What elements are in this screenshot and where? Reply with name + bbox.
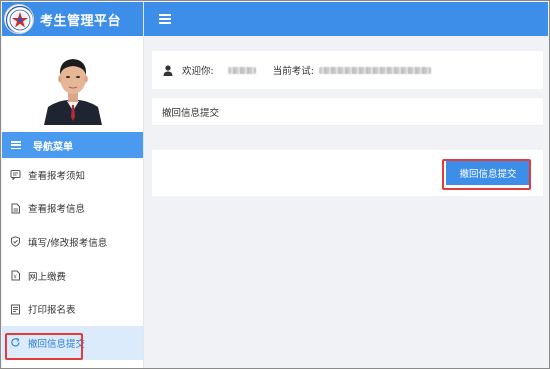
menu-list-icon (11, 141, 21, 149)
section-title-text: 撤回信息提交 (162, 107, 220, 119)
sidebar-item-label: 查看报考须知 (28, 170, 86, 182)
sidebar-item-edit-info[interactable]: 填写/修改报考信息 (2, 225, 143, 259)
section-title: 撤回信息提交 (152, 98, 543, 126)
sidebar-item-print[interactable]: 打印报名表 (2, 292, 143, 326)
brand-bar: 考生管理平台 (2, 2, 143, 36)
nav-header-label: 导航菜单 (33, 141, 73, 153)
sidebar-item-label: 打印报名表 (28, 305, 76, 317)
sidebar-item-label: 网上缴费 (28, 271, 67, 283)
exam-label: 当前考试: (272, 66, 314, 77)
svg-text:¥: ¥ (13, 275, 17, 281)
highlight-box (442, 159, 531, 190)
user-icon (163, 64, 173, 76)
app-window: 考生管理平台 导航菜单 查看报考须知 查看报考信息 填写/修改报考信息 ¥ 网上… (0, 0, 550, 369)
top-bar (144, 2, 548, 36)
welcome-label: 欢迎你: (182, 66, 214, 77)
sidebar-item-payment[interactable]: ¥ 网上缴费 (2, 259, 143, 293)
welcome-card: 欢迎你: 当前考试: (152, 51, 543, 89)
sidebar-item-label: 填写/修改报考信息 (28, 237, 108, 249)
avatar (39, 45, 106, 125)
print-form-icon (10, 304, 21, 315)
payment-icon: ¥ (10, 270, 21, 281)
sidebar-item-label: 查看报考信息 (28, 204, 86, 216)
redacted-exam-name (318, 66, 431, 74)
shield-check-icon (10, 236, 21, 248)
sidebar: 考生管理平台 导航菜单 查看报考须知 查看报考信息 填写/修改报考信息 ¥ 网上… (2, 2, 144, 368)
avatar-area (2, 36, 143, 132)
redacted-username (227, 66, 256, 74)
sidebar-item-notice[interactable]: 查看报考须知 (2, 158, 143, 192)
sidebar-item-view-info[interactable]: 查看报考信息 (2, 192, 143, 226)
main-content: 欢迎你: 当前考试: 撤回信息提交 撤回信息提交 (144, 36, 548, 367)
highlight-box (5, 333, 83, 360)
app-title: 考生管理平台 (40, 13, 122, 29)
document-icon (10, 203, 21, 214)
hamburger-menu-icon[interactable] (159, 14, 171, 24)
school-emblem-icon (4, 4, 34, 34)
notice-icon (10, 169, 21, 181)
nav-header: 导航菜单 (2, 132, 143, 158)
